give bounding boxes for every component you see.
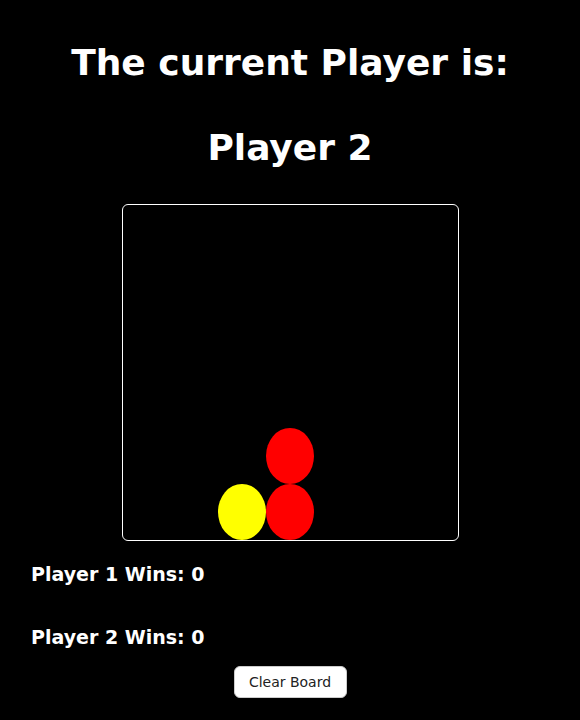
board-cell[interactable] [218, 317, 266, 373]
board-cell[interactable] [170, 317, 218, 373]
status-label: The current Player is: [71, 0, 509, 84]
clear-board-button[interactable]: Clear Board [234, 666, 347, 698]
board-cell[interactable] [170, 205, 218, 261]
board-cell[interactable] [266, 261, 314, 317]
button-row: Clear Board [234, 666, 347, 698]
board-cell[interactable] [218, 372, 266, 428]
board-cell[interactable] [410, 317, 458, 373]
game-board[interactable] [122, 204, 459, 541]
board-cell[interactable] [266, 484, 314, 540]
board-cell[interactable] [266, 317, 314, 373]
board-cell[interactable] [410, 372, 458, 428]
score-label: Player 1 Wins: 0 [31, 562, 580, 586]
board-cell[interactable] [170, 372, 218, 428]
board-cell[interactable] [123, 261, 171, 317]
board-cell[interactable] [266, 205, 314, 261]
board-cell[interactable] [123, 372, 171, 428]
board-cell[interactable] [170, 261, 218, 317]
board-cell[interactable] [314, 205, 362, 261]
board-cell[interactable] [314, 484, 362, 540]
board-cell[interactable] [314, 372, 362, 428]
board-cell[interactable] [218, 205, 266, 261]
board-cell[interactable] [123, 317, 171, 373]
game-piece [266, 484, 314, 540]
board-cell[interactable] [266, 372, 314, 428]
board-cell[interactable] [410, 261, 458, 317]
board-cell[interactable] [314, 317, 362, 373]
board-cell[interactable] [218, 261, 266, 317]
board-cell[interactable] [123, 205, 171, 261]
game-piece [266, 428, 314, 484]
game-piece [218, 484, 266, 540]
board-cell[interactable] [218, 428, 266, 484]
board-cell[interactable] [362, 261, 410, 317]
board-cell[interactable] [362, 428, 410, 484]
current-player: Player 2 [207, 126, 372, 169]
board-cell[interactable] [362, 317, 410, 373]
board-cell[interactable] [362, 484, 410, 540]
board-cell[interactable] [170, 428, 218, 484]
board-cell[interactable] [314, 428, 362, 484]
board-cell[interactable] [123, 484, 171, 540]
board-cell[interactable] [266, 428, 314, 484]
board-cell[interactable] [362, 372, 410, 428]
board-cell[interactable] [362, 205, 410, 261]
board-cell[interactable] [218, 484, 266, 540]
board-cell[interactable] [123, 428, 171, 484]
board-cell[interactable] [410, 205, 458, 261]
scoreboard: Player 1 Wins: 0 Player 2 Wins: 0 [0, 562, 580, 649]
board-cell[interactable] [410, 484, 458, 540]
board-cell[interactable] [314, 261, 362, 317]
board-cell[interactable] [410, 428, 458, 484]
score-label: Player 2 Wins: 0 [31, 625, 580, 649]
board-cell[interactable] [170, 484, 218, 540]
